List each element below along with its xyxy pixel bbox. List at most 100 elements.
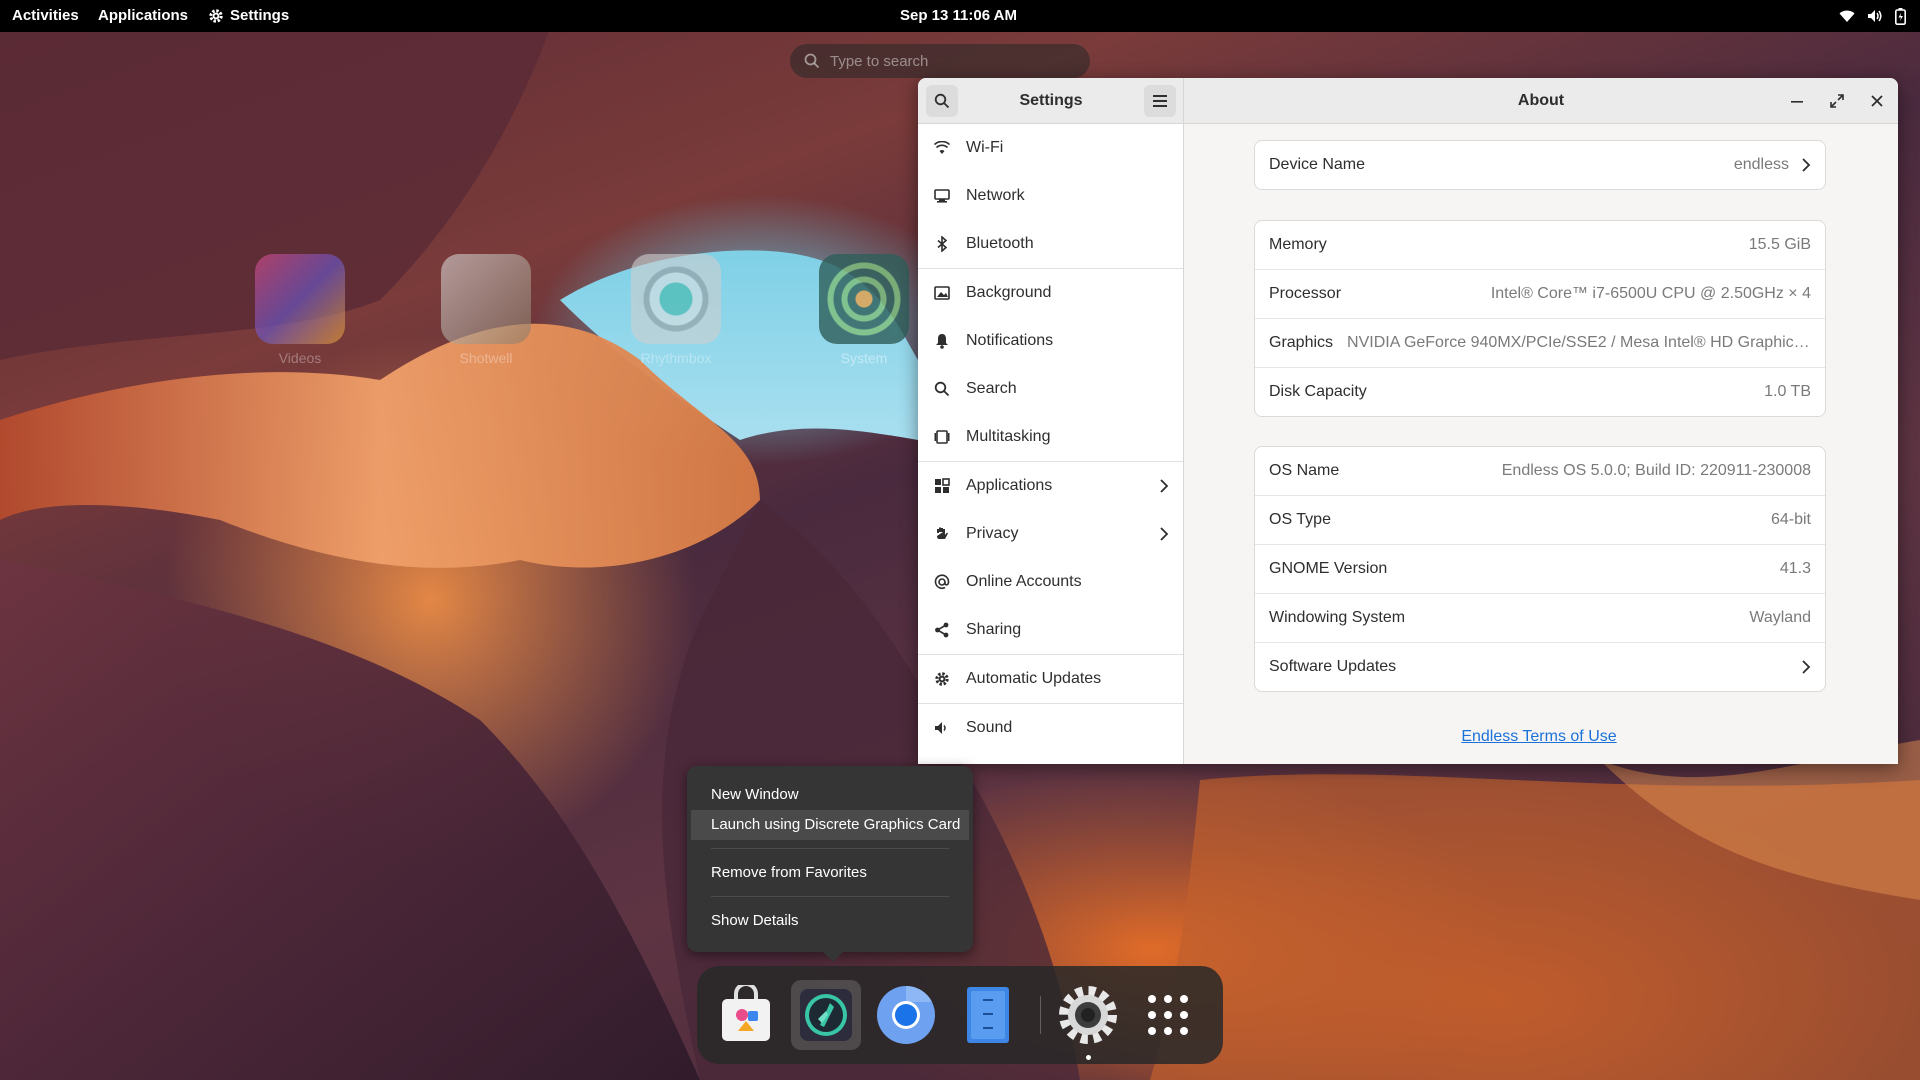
search-icon	[804, 53, 820, 69]
files-icon	[967, 987, 1009, 1043]
app-icon-label: Shotwell	[459, 350, 513, 366]
app-icon-system[interactable]: System	[814, 254, 914, 366]
app-center-icon	[722, 985, 770, 1041]
chromium-icon	[877, 985, 935, 1044]
app-icon-label: Videos	[278, 350, 322, 366]
applications-menu-button[interactable]: Applications	[98, 0, 188, 32]
app-menu-label: Settings	[230, 7, 290, 24]
maximize-icon	[1830, 94, 1844, 108]
sidebar-item-label: Privacy	[966, 525, 1019, 542]
battery-icon	[1895, 7, 1906, 25]
activities-button[interactable]: Activities	[12, 0, 79, 32]
graphics-row: Graphics NVIDIA GeForce 940MX/PCIe/SSE2 …	[1255, 319, 1825, 368]
menu-item-remove-favorites[interactable]: Remove from Favorites	[691, 858, 969, 888]
windowing-system-row: Windowing System Wayland	[1255, 594, 1825, 643]
gear-icon	[932, 669, 952, 689]
top-bar: Activities Applications Settings Sep 13 …	[0, 0, 1920, 32]
minimize-icon	[1791, 101, 1803, 103]
sidebar-item-wifi[interactable]: Wi-Fi	[918, 124, 1183, 172]
overview-search-entry[interactable]: Type to search	[790, 44, 1090, 78]
maximize-button[interactable]	[1824, 88, 1850, 114]
gnome-version-row: GNOME Version 41.3	[1255, 545, 1825, 594]
row-label: OS Type	[1269, 511, 1331, 528]
system-icon	[819, 254, 909, 344]
disk-capacity-row: Disk Capacity 1.0 TB	[1255, 368, 1825, 416]
dock-item-app-launcher[interactable]	[791, 980, 861, 1050]
sidebar-item-label: Multitasking	[966, 428, 1051, 445]
row-label: Disk Capacity	[1269, 383, 1367, 400]
sidebar-item-label: Network	[966, 187, 1025, 204]
sidebar-item-label: Online Accounts	[966, 573, 1082, 590]
sidebar-header: Settings	[918, 78, 1184, 124]
menu-separator	[711, 896, 949, 897]
hand-icon	[932, 524, 952, 544]
clock-button[interactable]: Sep 13 11:06 AM	[900, 0, 1017, 32]
menu-item-launch-discrete-gpu[interactable]: Launch using Discrete Graphics Card	[691, 810, 969, 840]
share-icon	[932, 620, 952, 640]
system-status-area[interactable]	[1839, 0, 1906, 32]
row-label: Windowing System	[1269, 609, 1406, 626]
sidebar-item-multitasking[interactable]: Multitasking	[918, 413, 1183, 461]
sidebar-item-sound[interactable]: Sound	[918, 704, 1183, 752]
sidebar-item-bluetooth[interactable]: Bluetooth	[918, 220, 1183, 268]
terms-of-use-link[interactable]: Endless Terms of Use	[1254, 728, 1824, 746]
row-label: Software Updates	[1269, 658, 1397, 675]
sidebar-item-sharing[interactable]: Sharing	[918, 606, 1183, 654]
app-icon-shotwell[interactable]: Shotwell	[436, 254, 536, 366]
settings-gear-icon	[1059, 986, 1117, 1044]
dock-item-files[interactable]	[953, 980, 1023, 1050]
sidebar-item-online-accounts[interactable]: Online Accounts	[918, 558, 1183, 606]
row-label: Graphics	[1269, 334, 1334, 351]
row-value: endless	[1733, 156, 1789, 173]
rhythmbox-icon	[631, 254, 721, 344]
menu-item-show-details[interactable]: Show Details	[691, 906, 969, 936]
app-icon-videos[interactable]: Videos	[250, 254, 350, 366]
show-apps-icon	[1148, 995, 1188, 1035]
speaker-icon	[932, 718, 952, 738]
minimize-button[interactable]	[1784, 88, 1810, 114]
chevron-right-icon	[1160, 479, 1169, 493]
software-card: OS Name Endless OS 5.0.0; Build ID: 2209…	[1254, 446, 1826, 692]
sidebar-item-applications[interactable]: Applications	[918, 462, 1183, 510]
volume-icon	[1868, 10, 1882, 22]
sidebar-item-notifications[interactable]: Notifications	[918, 317, 1183, 365]
wifi-icon	[932, 138, 952, 158]
overview-search-placeholder: Type to search	[830, 52, 929, 70]
videos-icon	[255, 254, 345, 344]
dock-item-settings[interactable]	[1053, 980, 1123, 1050]
row-value: Intel® Core™ i7-6500U CPU @ 2.50GHz × 4	[1490, 285, 1811, 302]
sidebar-item-search[interactable]: Search	[918, 365, 1183, 413]
sidebar-item-label: Search	[966, 380, 1017, 397]
sidebar-item-automatic-updates[interactable]: Automatic Updates	[918, 655, 1183, 703]
bluetooth-icon	[932, 234, 952, 254]
sidebar-item-background[interactable]: Background	[918, 269, 1183, 317]
row-value: 1.0 TB	[1764, 383, 1811, 400]
background-icon	[932, 283, 952, 303]
about-page: Device Name endless Memory 15.5 GiB Proc…	[1184, 124, 1898, 764]
os-type-row: OS Type 64-bit	[1255, 496, 1825, 545]
dock-item-chromium[interactable]	[871, 980, 941, 1050]
settings-sidebar: Wi-Fi Network Bluetooth Background Notif…	[918, 124, 1184, 764]
sidebar-item-privacy[interactable]: Privacy	[918, 510, 1183, 558]
content-header: About	[1184, 78, 1898, 124]
close-button[interactable]	[1864, 88, 1890, 114]
app-menu-button[interactable]: Settings	[208, 0, 289, 32]
chevron-right-icon	[1802, 660, 1811, 674]
dock	[697, 966, 1223, 1064]
app-icon-rhythmbox[interactable]: Rhythmbox	[626, 254, 726, 366]
menu-item-new-window[interactable]: New Window	[691, 780, 969, 810]
primary-menu-button[interactable]	[1144, 85, 1176, 117]
sidebar-item-label: Sound	[966, 719, 1013, 736]
device-name-row[interactable]: Device Name endless	[1255, 141, 1825, 189]
row-label: OS Name	[1269, 462, 1340, 479]
dock-item-app-center[interactable]	[711, 980, 781, 1050]
software-updates-row[interactable]: Software Updates	[1255, 643, 1825, 691]
settings-window: Settings About Wi-Fi Network Bluetooth B…	[918, 78, 1898, 764]
chevron-right-icon	[1802, 158, 1811, 172]
sidebar-item-network[interactable]: Network	[918, 172, 1183, 220]
row-value: Endless OS 5.0.0; Build ID: 220911-23000…	[1501, 462, 1811, 479]
dock-item-show-apps[interactable]	[1133, 980, 1203, 1050]
row-label: Device Name	[1269, 156, 1366, 173]
sidebar-item-label: Notifications	[966, 332, 1054, 349]
hamburger-icon	[1153, 95, 1167, 107]
